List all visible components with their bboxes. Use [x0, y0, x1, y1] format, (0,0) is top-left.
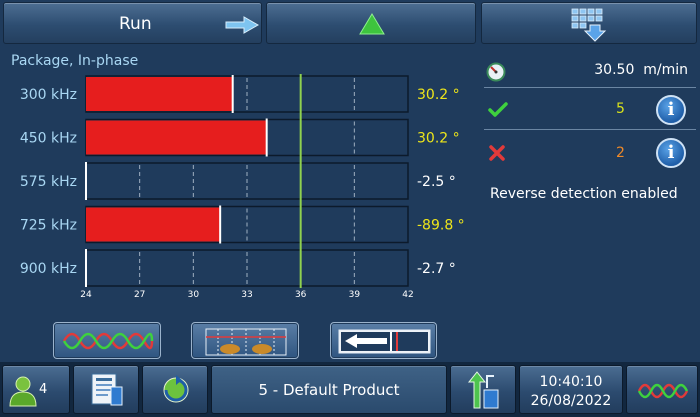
reverse-view-button[interactable]: [330, 322, 437, 359]
x-tick-label: 30: [188, 290, 200, 300]
triangle-up-icon: [359, 13, 385, 35]
accepted-info-button[interactable]: i: [656, 95, 686, 125]
arrow-right-icon: [225, 16, 260, 34]
clock-display: 10:40:10 26/08/2022: [519, 365, 623, 414]
phase-readout: 30.2 °: [417, 87, 460, 103]
x-tick-label: 24: [80, 290, 92, 300]
bar: [86, 77, 233, 111]
rejected-info-button[interactable]: i: [656, 138, 686, 168]
x-tick-label: 27: [134, 290, 145, 300]
run-button[interactable]: Run: [3, 2, 262, 44]
frequency-label: 300 kHz: [20, 87, 77, 103]
x-tick-label: 42: [402, 290, 413, 300]
report-icon: [91, 373, 123, 406]
frequency-label: 575 kHz: [20, 174, 77, 190]
signal-button[interactable]: [626, 365, 698, 414]
phase-readout: 30.2 °: [417, 131, 460, 147]
signal-view-button[interactable]: [53, 322, 161, 359]
accepted-count: 5: [616, 101, 625, 117]
package-grid-icon: [205, 328, 287, 356]
sort-arrows-icon: [467, 371, 499, 409]
cross-icon: [489, 145, 505, 161]
sine-wave-icon: [62, 332, 154, 350]
current-time: 10:40:10: [539, 374, 603, 390]
x-tick-label: 39: [349, 290, 361, 300]
x-tick-label: 36: [295, 290, 307, 300]
frequency-label: 725 kHz: [20, 218, 77, 234]
bottom-bar: 4 5 - Default Product 10:40:10 26/08/202…: [0, 362, 700, 417]
user-button[interactable]: 4: [2, 365, 70, 414]
phase-readout: -89.8 °: [417, 218, 465, 234]
line-speed: 30.50 m/min: [594, 62, 688, 78]
grid-download-icon: [571, 8, 607, 42]
refresh-icon: [163, 375, 189, 403]
bar: [86, 120, 267, 155]
grid-download-button[interactable]: [481, 2, 697, 44]
run-label: Run: [119, 14, 152, 34]
reverse-arrow-icon: [338, 329, 431, 354]
user-icon: [9, 376, 37, 407]
sort-button[interactable]: [450, 365, 516, 414]
phase-readout: -2.7 °: [417, 261, 456, 277]
package-view-button[interactable]: [191, 322, 299, 359]
frequency-label: 900 kHz: [20, 261, 77, 277]
check-icon: [488, 102, 508, 117]
chart-title: Package, In-phase: [11, 53, 139, 69]
signal-wave-icon: [637, 383, 689, 399]
product-name: 5 - Default Product: [258, 381, 400, 399]
frequency-label: 450 kHz: [20, 131, 77, 147]
rejected-count: 2: [616, 145, 625, 161]
user-count: 4: [39, 382, 48, 397]
speedometer-icon: [486, 62, 506, 82]
speed-row: 30.50 m/min: [484, 56, 696, 88]
report-button[interactable]: [73, 365, 139, 414]
refresh-button[interactable]: [142, 365, 208, 414]
accepted-row: 5 i: [484, 90, 696, 130]
current-date: 26/08/2022: [530, 393, 612, 409]
product-selector[interactable]: 5 - Default Product: [211, 365, 447, 414]
x-tick-label: 33: [241, 290, 252, 300]
up-button[interactable]: [266, 2, 476, 44]
phase-readout: -2.5 °: [417, 174, 456, 190]
reverse-detection-status: Reverse detection enabled: [490, 186, 678, 202]
in-phase-bar-chart: 300 kHz 30.2 ° 450 kHz 30.2 ° 575 kHz -2.5 ° 7…: [20, 74, 465, 300]
rejected-row: 2 i: [484, 132, 696, 174]
bar: [86, 207, 221, 242]
